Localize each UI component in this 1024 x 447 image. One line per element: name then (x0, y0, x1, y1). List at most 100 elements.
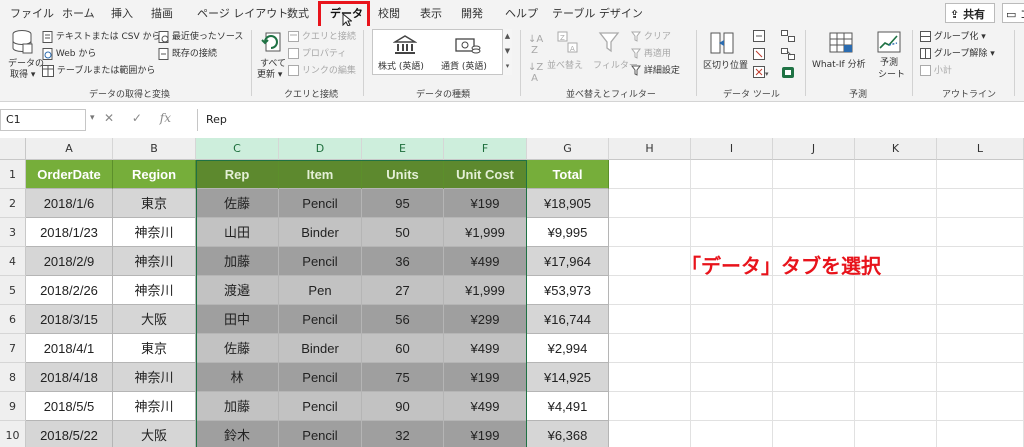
table-cell[interactable]: 加藤 (196, 392, 279, 421)
table-cell[interactable]: 27 (362, 276, 444, 305)
table-header-cell[interactable]: Rep (196, 160, 279, 189)
tab-file[interactable]: ファイル (10, 5, 54, 21)
formula-input[interactable]: Rep (197, 109, 1024, 131)
empty-cell[interactable] (937, 392, 1024, 421)
table-cell[interactable]: 鈴木 (196, 421, 279, 447)
table-cell[interactable]: ¥299 (444, 305, 527, 334)
table-header-cell[interactable]: Units (362, 160, 444, 189)
empty-cell[interactable] (937, 189, 1024, 218)
column-header-l[interactable]: L (937, 138, 1024, 160)
existing-connections-button[interactable]: 既存の接続 (158, 46, 217, 60)
row-header[interactable]: 1 (0, 160, 26, 189)
table-cell[interactable]: 神奈川 (113, 218, 196, 247)
empty-cell[interactable] (855, 334, 937, 363)
empty-cell[interactable] (691, 189, 773, 218)
table-cell[interactable]: 2018/5/22 (26, 421, 113, 447)
table-cell[interactable]: 神奈川 (113, 392, 196, 421)
table-cell[interactable]: ¥1,999 (444, 276, 527, 305)
table-cell[interactable]: 2018/1/23 (26, 218, 113, 247)
empty-cell[interactable] (609, 160, 691, 189)
empty-cell[interactable] (773, 160, 855, 189)
table-cell[interactable]: Binder (279, 218, 362, 247)
share-button[interactable]: ⇪ 共有 (945, 3, 995, 23)
table-header-cell[interactable]: Region (113, 160, 196, 189)
table-cell[interactable]: ¥4,491 (527, 392, 609, 421)
sort-label[interactable]: 並べ替え (547, 58, 583, 71)
refresh-all-icon[interactable] (261, 30, 283, 54)
name-box-dropdown-icon[interactable]: ▾ (90, 113, 95, 123)
refresh-all-label-2[interactable]: 更新 ▾ (257, 67, 282, 80)
row-header[interactable]: 3 (0, 218, 26, 247)
column-header-h[interactable]: H (609, 138, 691, 160)
text-to-columns-icon[interactable] (710, 31, 736, 55)
table-cell[interactable]: 大阪 (113, 305, 196, 334)
empty-cell[interactable] (937, 247, 1024, 276)
empty-cell[interactable] (609, 305, 691, 334)
enter-icon[interactable]: ✓ (132, 111, 142, 125)
table-cell[interactable]: ¥499 (444, 247, 527, 276)
empty-cell[interactable] (691, 363, 773, 392)
table-cell[interactable]: 神奈川 (113, 276, 196, 305)
tab-table-design[interactable]: テーブル デザイン (552, 5, 643, 21)
table-cell[interactable]: 神奈川 (113, 247, 196, 276)
column-header-e[interactable]: E (362, 138, 444, 160)
empty-cell[interactable] (609, 218, 691, 247)
filter-funnel-icon[interactable] (598, 30, 620, 54)
empty-cell[interactable] (937, 218, 1024, 247)
table-cell[interactable]: 95 (362, 189, 444, 218)
sort-az-icon[interactable]: ↓A Z (528, 34, 543, 56)
empty-cell[interactable] (609, 334, 691, 363)
empty-cell[interactable] (691, 160, 773, 189)
column-header-i[interactable]: I (691, 138, 773, 160)
empty-cell[interactable] (855, 421, 937, 447)
table-header-cell[interactable]: Total (527, 160, 609, 189)
flash-fill-icon[interactable] (753, 30, 765, 42)
table-header-cell[interactable]: OrderDate (26, 160, 113, 189)
edit-links-button[interactable]: リンクの編集 (288, 63, 356, 76)
table-cell[interactable]: 50 (362, 218, 444, 247)
empty-cell[interactable] (773, 305, 855, 334)
empty-cell[interactable] (937, 334, 1024, 363)
tab-view[interactable]: 表示 (420, 5, 442, 21)
tab-review[interactable]: 校閲 (378, 5, 400, 21)
table-cell[interactable]: Pencil (279, 305, 362, 334)
column-header-g[interactable]: G (527, 138, 609, 160)
empty-cell[interactable] (855, 218, 937, 247)
empty-cell[interactable] (691, 276, 773, 305)
table-cell[interactable]: ¥1,999 (444, 218, 527, 247)
table-cell[interactable]: 75 (362, 363, 444, 392)
empty-cell[interactable] (691, 334, 773, 363)
table-cell[interactable]: 大阪 (113, 421, 196, 447)
advanced-filter-button[interactable]: 詳細設定 (631, 63, 680, 76)
row-header[interactable]: 9 (0, 392, 26, 421)
row-header[interactable]: 5 (0, 276, 26, 305)
table-cell[interactable]: Pencil (279, 421, 362, 447)
stocks-label[interactable]: 株式 (英語) (378, 59, 424, 72)
table-cell[interactable]: 佐藤 (196, 189, 279, 218)
tab-help[interactable]: ヘルプ (505, 5, 538, 21)
table-cell[interactable]: 56 (362, 305, 444, 334)
empty-cell[interactable] (855, 363, 937, 392)
stocks-bank-icon[interactable] (393, 35, 417, 55)
data-types-scroll[interactable]: ▲ ▼ ▾ (502, 29, 512, 75)
table-cell[interactable]: ¥2,994 (527, 334, 609, 363)
queries-connections-button[interactable]: クエリと接続 (288, 29, 356, 42)
properties-button[interactable]: プロパティ (288, 46, 346, 59)
ungroup-button[interactable]: グループ解除 ▾ (920, 46, 995, 59)
table-header-cell[interactable]: Item (279, 160, 362, 189)
group-button[interactable]: グループ化 ▾ (920, 29, 986, 42)
table-cell[interactable]: 山田 (196, 218, 279, 247)
table-cell[interactable]: 2018/5/5 (26, 392, 113, 421)
table-cell[interactable]: Pencil (279, 189, 362, 218)
table-header-cell[interactable]: Unit Cost (444, 160, 527, 189)
empty-cell[interactable] (855, 189, 937, 218)
get-data-label-2[interactable]: 取得 ▾ (10, 67, 35, 80)
data-model-icon[interactable] (781, 66, 795, 79)
column-header-b[interactable]: B (113, 138, 196, 160)
column-header-a[interactable]: A (26, 138, 113, 160)
empty-cell[interactable] (609, 392, 691, 421)
tab-developer[interactable]: 開発 (461, 5, 483, 21)
table-cell[interactable]: 2018/2/9 (26, 247, 113, 276)
forecast-sheet-label-2[interactable]: シート (878, 67, 905, 80)
table-cell[interactable]: 2018/1/6 (26, 189, 113, 218)
